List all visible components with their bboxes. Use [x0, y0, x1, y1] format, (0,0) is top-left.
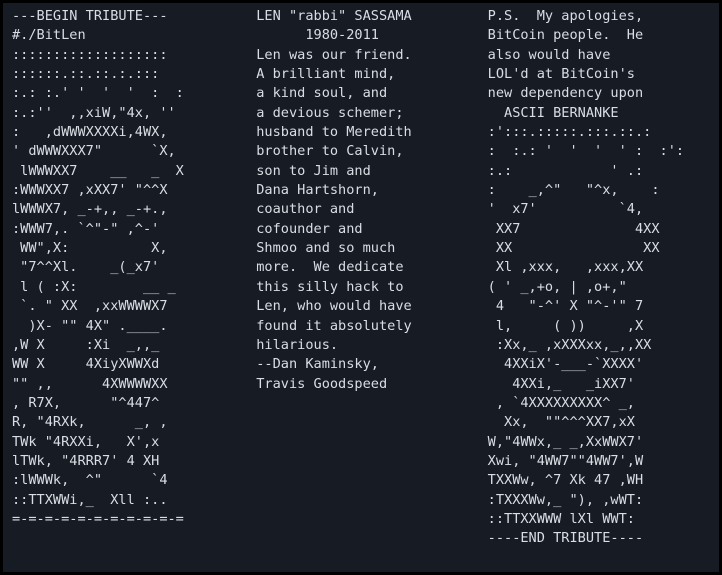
bitlen-ascii-art-column: ---BEGIN TRIBUTE--- #./BitLen ::::::::::…: [12, 8, 184, 527]
tribute-text-column: LEN "rabbi" SASSAMA 1980-2011 Len was ou…: [256, 8, 412, 392]
terminal-window: ---BEGIN TRIBUTE--- #./BitLen ::::::::::…: [3, 3, 719, 572]
ascii-art-columns: ---BEGIN TRIBUTE--- #./BitLen ::::::::::…: [3, 3, 719, 549]
bernanke-ascii-art-column: P.S. My apologies, BitCoin people. He al…: [487, 8, 685, 547]
